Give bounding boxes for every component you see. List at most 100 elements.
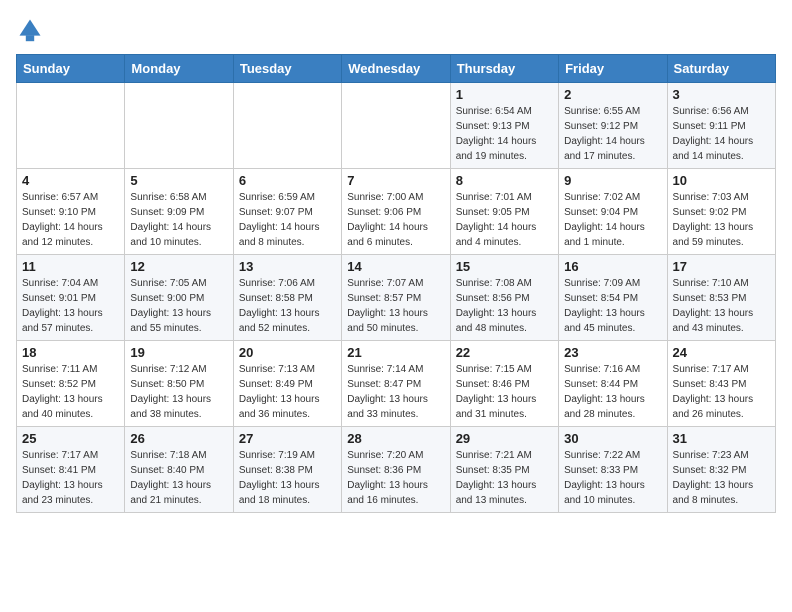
day-number: 12 [130,259,227,274]
day-cell-1: 1Sunrise: 6:54 AM Sunset: 9:13 PM Daylig… [450,83,558,169]
logo-icon [16,16,44,44]
day-number: 7 [347,173,444,188]
day-number: 18 [22,345,119,360]
day-info: Sunrise: 7:22 AM Sunset: 8:33 PM Dayligh… [564,448,661,508]
day-number: 5 [130,173,227,188]
day-info: Sunrise: 7:10 AM Sunset: 8:53 PM Dayligh… [673,276,770,336]
day-info: Sunrise: 7:20 AM Sunset: 8:36 PM Dayligh… [347,448,444,508]
day-info: Sunrise: 6:56 AM Sunset: 9:11 PM Dayligh… [673,104,770,164]
day-cell-4: 4 Sunrise: 6:57 AM Sunset: 9:10 PM Daylig… [17,169,125,255]
day-info: Sunrise: 6:59 AM Sunset: 9:07 PM Dayligh… [239,190,336,250]
week-row-5: 25 Sunrise: 7:17 AM Sunset: 8:41 PM Dayli… [17,427,776,513]
day-header-wednesday: Wednesday [342,55,450,83]
day-cell-21: 21 Sunrise: 7:14 AM Sunset: 8:47 PM Dayli… [342,341,450,427]
day-info: Sunrise: 7:09 AM Sunset: 8:54 PM Dayligh… [564,276,661,336]
day-info: Sunrise: 7:01 AM Sunset: 9:05 PM Dayligh… [456,190,553,250]
day-number: 1 [456,87,553,102]
day-cell-23: 23 Sunrise: 7:16 AM Sunset: 8:44 PM Dayli… [559,341,667,427]
day-cell-19: 19 Sunrise: 7:12 AM Sunset: 8:50 PM Dayli… [125,341,233,427]
day-info: Sunrise: 7:07 AM Sunset: 8:57 PM Dayligh… [347,276,444,336]
day-info: Sunrise: 7:05 AM Sunset: 9:00 PM Dayligh… [130,276,227,336]
day-info: Sunrise: 7:21 AM Sunset: 8:35 PM Dayligh… [456,448,553,508]
day-header-saturday: Saturday [667,55,775,83]
day-number: 9 [564,173,661,188]
day-cell-29: 29Sunrise: 7:21 AM Sunset: 8:35 PM Dayli… [450,427,558,513]
day-number: 28 [347,431,444,446]
day-info: Sunrise: 7:03 AM Sunset: 9:02 PM Dayligh… [673,190,770,250]
day-number: 17 [673,259,770,274]
day-info: Sunrise: 7:06 AM Sunset: 8:58 PM Dayligh… [239,276,336,336]
page-header [16,16,776,44]
day-info: Sunrise: 6:55 AM Sunset: 9:12 PM Dayligh… [564,104,661,164]
day-number: 31 [673,431,770,446]
day-number: 23 [564,345,661,360]
day-info: Sunrise: 7:16 AM Sunset: 8:44 PM Dayligh… [564,362,661,422]
day-cell-6: 6 Sunrise: 6:59 AM Sunset: 9:07 PM Daylig… [233,169,341,255]
day-cell-26: 26Sunrise: 7:18 AM Sunset: 8:40 PM Dayli… [125,427,233,513]
day-info: Sunrise: 7:17 AM Sunset: 8:41 PM Dayligh… [22,448,119,508]
day-cell-30: 30Sunrise: 7:22 AM Sunset: 8:33 PM Dayli… [559,427,667,513]
day-info: Sunrise: 7:12 AM Sunset: 8:50 PM Dayligh… [130,362,227,422]
day-cell-17: 17 Sunrise: 7:10 AM Sunset: 8:53 PM Dayli… [667,255,775,341]
day-cell-11: 11Sunrise: 7:04 AM Sunset: 9:01 PM Dayli… [17,255,125,341]
day-info: Sunrise: 7:04 AM Sunset: 9:01 PM Dayligh… [22,276,119,336]
day-number: 4 [22,173,119,188]
day-info: Sunrise: 7:13 AM Sunset: 8:49 PM Dayligh… [239,362,336,422]
day-cell-28: 28 Sunrise: 7:20 AM Sunset: 8:36 PM Dayli… [342,427,450,513]
day-info: Sunrise: 7:11 AM Sunset: 8:52 PM Dayligh… [22,362,119,422]
day-header-sunday: Sunday [17,55,125,83]
day-cell-25: 25 Sunrise: 7:17 AM Sunset: 8:41 PM Dayli… [17,427,125,513]
day-number: 8 [456,173,553,188]
day-number: 15 [456,259,553,274]
day-cell-13: 13 Sunrise: 7:06 AM Sunset: 8:58 PM Dayli… [233,255,341,341]
week-row-3: 11Sunrise: 7:04 AM Sunset: 9:01 PM Dayli… [17,255,776,341]
day-number: 16 [564,259,661,274]
empty-cell [233,83,341,169]
day-header-friday: Friday [559,55,667,83]
day-info: Sunrise: 6:57 AM Sunset: 9:10 PM Dayligh… [22,190,119,250]
day-cell-3: 3 Sunrise: 6:56 AM Sunset: 9:11 PM Daylig… [667,83,775,169]
day-cell-20: 20 Sunrise: 7:13 AM Sunset: 8:49 PM Dayli… [233,341,341,427]
day-number: 6 [239,173,336,188]
empty-cell [342,83,450,169]
day-info: Sunrise: 7:18 AM Sunset: 8:40 PM Dayligh… [130,448,227,508]
week-row-1: 1Sunrise: 6:54 AM Sunset: 9:13 PM Daylig… [17,83,776,169]
day-number: 25 [22,431,119,446]
day-header-tuesday: Tuesday [233,55,341,83]
empty-cell [125,83,233,169]
empty-cell [17,83,125,169]
day-cell-7: 7 Sunrise: 7:00 AM Sunset: 9:06 PM Daylig… [342,169,450,255]
logo [16,16,48,44]
calendar-body: 1Sunrise: 6:54 AM Sunset: 9:13 PM Daylig… [17,83,776,513]
day-cell-16: 16 Sunrise: 7:09 AM Sunset: 8:54 PM Dayli… [559,255,667,341]
day-number: 14 [347,259,444,274]
day-info: Sunrise: 6:58 AM Sunset: 9:09 PM Dayligh… [130,190,227,250]
day-cell-18: 18 Sunrise: 7:11 AM Sunset: 8:52 PM Dayli… [17,341,125,427]
day-cell-12: 12 Sunrise: 7:05 AM Sunset: 9:00 PM Dayli… [125,255,233,341]
day-cell-22: 22 Sunrise: 7:15 AM Sunset: 8:46 PM Dayli… [450,341,558,427]
week-row-2: 4 Sunrise: 6:57 AM Sunset: 9:10 PM Daylig… [17,169,776,255]
day-number: 24 [673,345,770,360]
day-header-monday: Monday [125,55,233,83]
day-number: 21 [347,345,444,360]
day-number: 19 [130,345,227,360]
day-info: Sunrise: 7:14 AM Sunset: 8:47 PM Dayligh… [347,362,444,422]
week-row-4: 18 Sunrise: 7:11 AM Sunset: 8:52 PM Dayli… [17,341,776,427]
day-info: Sunrise: 7:08 AM Sunset: 8:56 PM Dayligh… [456,276,553,336]
day-info: Sunrise: 7:19 AM Sunset: 8:38 PM Dayligh… [239,448,336,508]
day-cell-10: 10Sunrise: 7:03 AM Sunset: 9:02 PM Dayli… [667,169,775,255]
day-header-thursday: Thursday [450,55,558,83]
day-cell-15: 15 Sunrise: 7:08 AM Sunset: 8:56 PM Dayli… [450,255,558,341]
calendar-header-row: SundayMondayTuesdayWednesdayThursdayFrid… [17,55,776,83]
day-cell-31: 31Sunrise: 7:23 AM Sunset: 8:32 PM Dayli… [667,427,775,513]
day-number: 3 [673,87,770,102]
day-number: 22 [456,345,553,360]
day-info: Sunrise: 7:15 AM Sunset: 8:46 PM Dayligh… [456,362,553,422]
day-number: 20 [239,345,336,360]
day-cell-5: 5 Sunrise: 6:58 AM Sunset: 9:09 PM Daylig… [125,169,233,255]
day-cell-27: 27 Sunrise: 7:19 AM Sunset: 8:38 PM Dayli… [233,427,341,513]
day-number: 27 [239,431,336,446]
day-number: 13 [239,259,336,274]
day-cell-14: 14 Sunrise: 7:07 AM Sunset: 8:57 PM Dayli… [342,255,450,341]
day-info: Sunrise: 7:00 AM Sunset: 9:06 PM Dayligh… [347,190,444,250]
